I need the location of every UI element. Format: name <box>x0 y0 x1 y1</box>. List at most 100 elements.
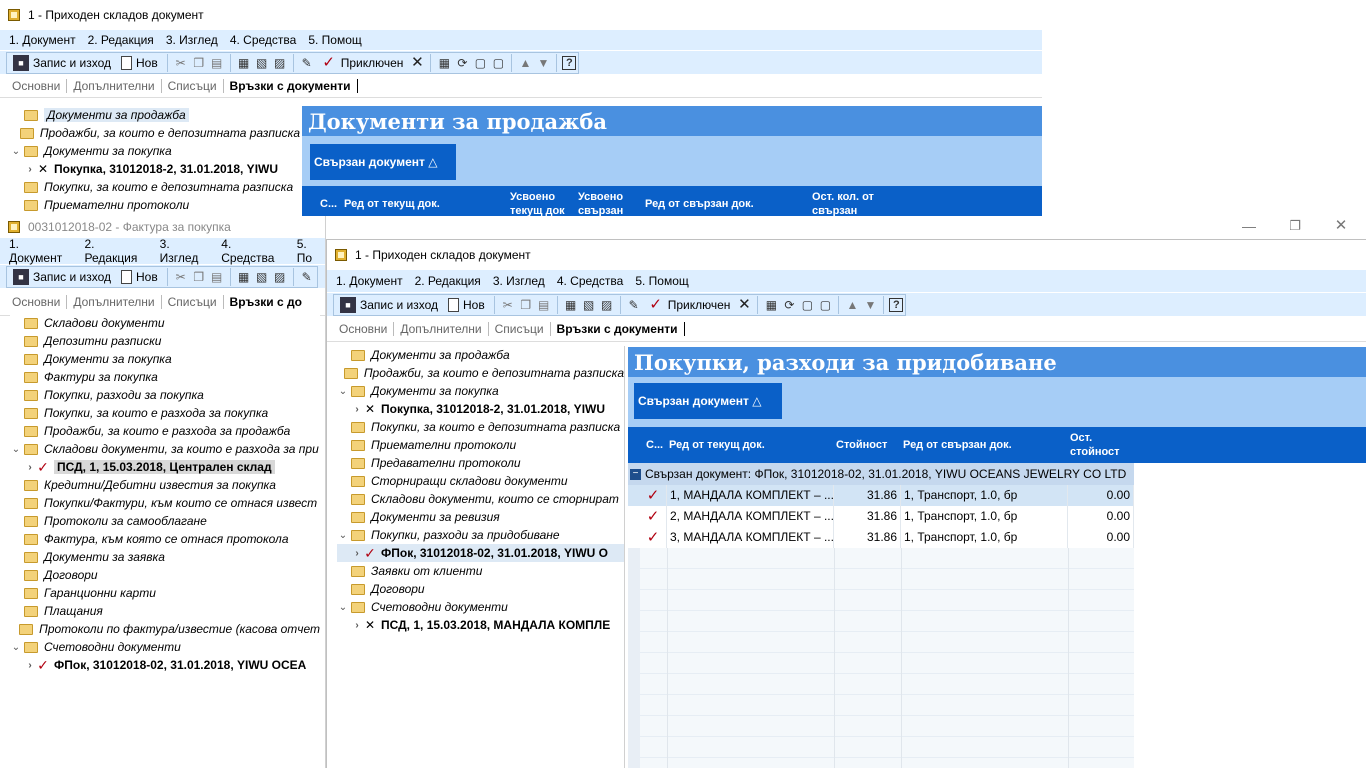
tree-node[interactable]: Документи за заявка <box>10 548 320 566</box>
tree-node[interactable]: Договори <box>337 580 624 598</box>
menu-document[interactable]: 1. Документ <box>335 274 404 288</box>
chevron-right-icon[interactable]: › <box>351 548 363 559</box>
tree-node[interactable]: Покупки, разходи за покупка <box>10 386 320 404</box>
menu-edit[interactable]: 2. Редакция <box>414 274 482 288</box>
save-exit-button[interactable]: ■ Запис и изход <box>336 295 442 315</box>
cut-icon[interactable]: ✂ <box>173 55 189 71</box>
menu-document[interactable]: 1. Документ <box>8 33 77 47</box>
chevron-right-icon[interactable]: › <box>24 660 36 671</box>
tree-node[interactable]: Продажби, за които е депозитната разписк… <box>337 364 624 382</box>
tree-node[interactable]: Покупки, за които е депозитната разписка <box>10 178 300 196</box>
chevron-right-icon[interactable]: › <box>351 404 363 415</box>
export-icon[interactable]: ▨ <box>272 55 288 71</box>
tree-leaf[interactable]: › ✓ ФПок, 31012018-02, 31.01.2018, YIWU O <box>337 544 624 562</box>
menu-edit[interactable]: 2. Редакция <box>84 237 149 265</box>
restore-icon[interactable]: ❐ <box>1272 216 1318 238</box>
menu-help[interactable]: 5. Помощ <box>307 33 362 47</box>
tab-lists[interactable]: Списъци <box>162 294 224 309</box>
tab-main[interactable]: Основни <box>333 321 395 336</box>
chevron-down-icon[interactable]: ⌄ <box>10 642 22 653</box>
tab-additional[interactable]: Допълнителни <box>67 294 162 309</box>
tree-node[interactable]: Договори <box>10 566 320 584</box>
col-header[interactable]: С... <box>320 197 337 211</box>
tree-node[interactable]: Фактури за покупка <box>10 368 320 386</box>
duplicate-icon[interactable]: ▢ <box>799 297 815 313</box>
save-exit-button[interactable]: ■ Запис и изход <box>9 267 115 287</box>
close-icon[interactable]: ✕ <box>1318 216 1364 238</box>
tree-node[interactable]: Протоколи за самооблагане <box>10 512 320 530</box>
title-bar[interactable]: 1 - Приходен складов документ <box>0 0 1042 30</box>
page-icon[interactable]: ▢ <box>490 55 506 71</box>
new-button[interactable]: Нов <box>444 295 489 315</box>
tab-document-links[interactable]: Връзки с документи <box>551 321 685 336</box>
menu-help[interactable]: 5. По <box>296 237 325 265</box>
tree-node[interactable]: Покупки, за които е разхода за покупка <box>10 404 320 422</box>
tree-node[interactable]: Гаранционни карти <box>10 584 320 602</box>
title-bar[interactable]: 1 - Приходен складов документ <box>327 240 1366 270</box>
tree-node[interactable]: Предавателни протоколи <box>337 454 624 472</box>
tree-node[interactable]: Приемателни протоколи <box>10 196 300 214</box>
table-row[interactable]: ✓ 3, МАНДАЛА КОМПЛЕКТ – ... 31.86 1, Тра… <box>628 527 1134 548</box>
tree-node[interactable]: Сторниращи складови документи <box>337 472 624 490</box>
chevron-right-icon[interactable]: › <box>24 462 36 473</box>
tree-node[interactable]: Заявки от клиенти <box>337 562 624 580</box>
tree-node[interactable]: Приемателни протоколи <box>337 436 624 454</box>
chevron-down-icon[interactable]: ⌄ <box>337 530 349 541</box>
menu-view[interactable]: 3. Изглед <box>492 274 546 288</box>
print-preview-icon[interactable]: ▧ <box>581 297 597 313</box>
menu-view[interactable]: 3. Изглед <box>159 237 211 265</box>
refresh-icon[interactable]: ⟳ <box>781 297 797 313</box>
chevron-right-icon[interactable]: › <box>351 620 363 631</box>
help-icon[interactable]: ? <box>562 55 577 70</box>
tree-node[interactable]: Депозитни разписки <box>10 332 320 350</box>
collapse-icon[interactable]: − <box>630 468 641 480</box>
tab-lists[interactable]: Списъци <box>489 321 551 336</box>
col-header[interactable]: Ост. стойност <box>1070 431 1126 459</box>
export-icon[interactable]: ▨ <box>272 269 288 285</box>
tree-node[interactable]: Документи за продажба <box>337 346 624 364</box>
edit-icon[interactable]: ✎ <box>299 269 315 285</box>
calculator-icon[interactable]: ▦ <box>436 55 452 71</box>
cut-icon[interactable]: ✂ <box>500 297 516 313</box>
menu-edit[interactable]: 2. Редакция <box>87 33 155 47</box>
tree-node[interactable]: Документи за продажба <box>10 106 300 124</box>
tab-additional[interactable]: Допълнителни <box>67 78 162 93</box>
copy-icon[interactable]: ❐ <box>191 55 207 71</box>
tree-node[interactable]: Продажби, за които е разхода за продажба <box>10 422 320 440</box>
group-row[interactable]: − Свързан документ: ФПок, 31012018-02, 3… <box>628 463 1134 485</box>
table-row[interactable]: ✓ 1, МАНДАЛА КОМПЛЕКТ – ... 31.86 1, Тра… <box>628 485 1134 506</box>
tree-node[interactable]: ⌄ Покупки, разходи за придобиване <box>337 526 624 544</box>
edit-icon[interactable]: ✎ <box>299 55 315 71</box>
new-button[interactable]: Нов <box>117 53 162 73</box>
tab-main[interactable]: Основни <box>6 78 68 93</box>
minimize-icon[interactable]: — <box>1226 216 1272 238</box>
tree-node[interactable]: Протоколи по фактура/известие (касова от… <box>10 620 320 638</box>
tree-node[interactable]: Складови документи <box>10 314 320 332</box>
tree-leaf[interactable]: › ✕ ПСД, 1, 15.03.2018, МАНДАЛА КОМПЛЕ <box>337 616 624 634</box>
cancel-icon[interactable]: ✕ <box>409 54 425 71</box>
closed-toggle[interactable]: ✓ Приключен <box>317 53 408 73</box>
cut-icon[interactable]: ✂ <box>173 269 189 285</box>
tab-main[interactable]: Основни <box>6 294 68 309</box>
col-header[interactable]: Усвоено свързан <box>578 190 638 216</box>
menu-tools[interactable]: 4. Средства <box>556 274 625 288</box>
tree-node[interactable]: Фактура, към която се отнася протокола <box>10 530 320 548</box>
arrow-down-icon[interactable]: ▼ <box>535 55 551 71</box>
table-row[interactable]: ✓ 2, МАНДАЛА КОМПЛЕКТ – ... 31.86 1, Тра… <box>628 506 1134 527</box>
copy-icon[interactable]: ❐ <box>518 297 534 313</box>
group-by-button[interactable]: Свързан документ △ <box>634 383 782 419</box>
menu-tools[interactable]: 4. Средства <box>229 33 298 47</box>
col-header[interactable]: Стойност <box>836 438 887 452</box>
print-icon[interactable]: ▦ <box>236 55 252 71</box>
arrow-up-icon[interactable]: ▲ <box>517 55 533 71</box>
copy-icon[interactable]: ❐ <box>191 269 207 285</box>
chevron-right-icon[interactable]: › <box>24 164 36 175</box>
arrow-up-icon[interactable]: ▲ <box>844 297 860 313</box>
col-header[interactable]: С... <box>646 438 663 452</box>
refresh-icon[interactable]: ⟳ <box>454 55 470 71</box>
tree-node[interactable]: Документи за ревизия <box>337 508 624 526</box>
tree-node[interactable]: Кредитни/Дебитни известия за покупка <box>10 476 320 494</box>
edit-icon[interactable]: ✎ <box>626 297 642 313</box>
page-icon[interactable]: ▢ <box>817 297 833 313</box>
tree-node[interactable]: ⌄ Документи за покупка <box>10 142 300 160</box>
